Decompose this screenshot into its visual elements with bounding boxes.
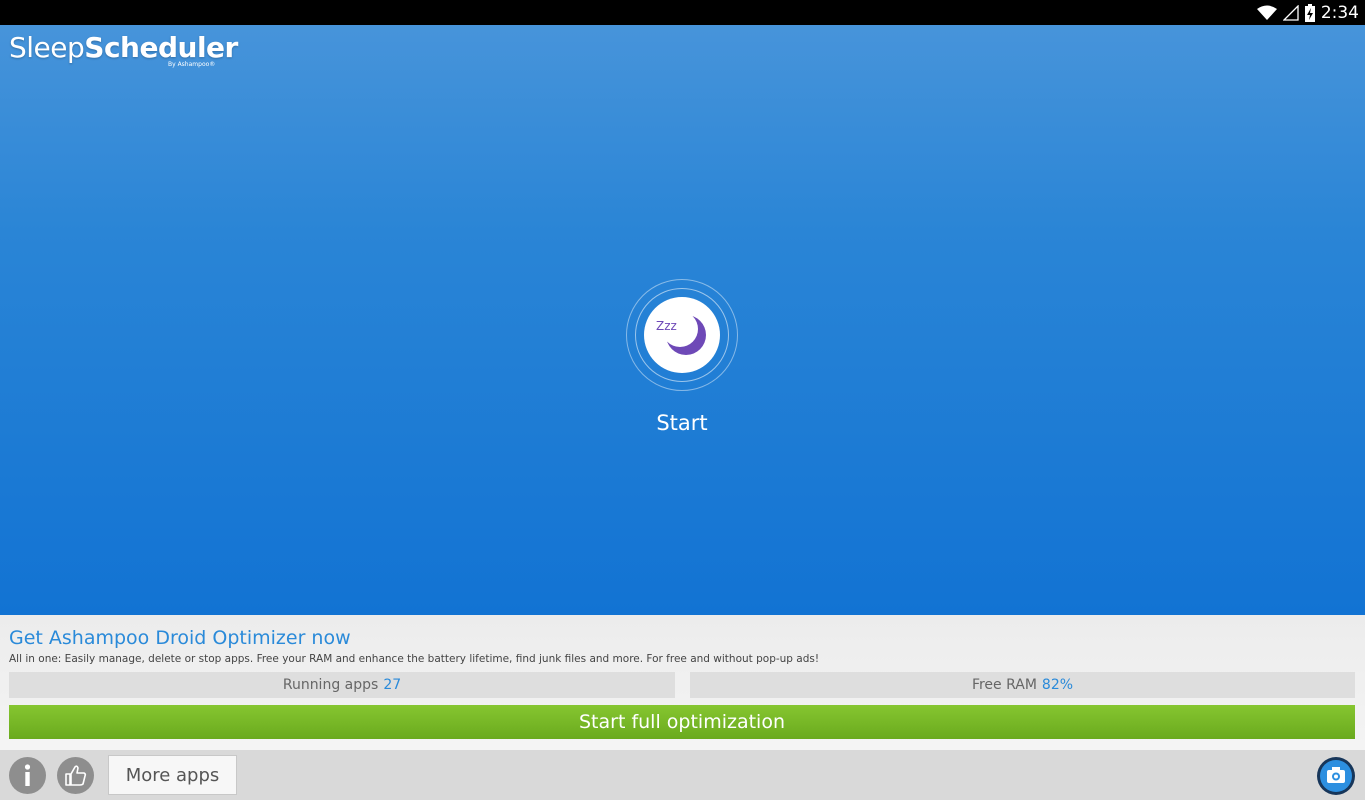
like-button[interactable] bbox=[57, 757, 94, 794]
main-area: SleepScheduler By Ashampoo® Zzz Start bbox=[0, 25, 1365, 615]
more-apps-button[interactable]: More apps bbox=[108, 755, 237, 795]
free-ram-box: Free RAM 82% bbox=[690, 672, 1355, 698]
start-button[interactable]: Zzz bbox=[644, 297, 720, 373]
battery-charging-icon bbox=[1304, 3, 1315, 22]
info-button[interactable] bbox=[9, 757, 46, 794]
screenshot-button[interactable] bbox=[1317, 757, 1355, 795]
free-ram-value: 82% bbox=[1041, 677, 1074, 693]
camera-icon bbox=[1320, 760, 1352, 792]
bottom-bar: More apps bbox=[0, 750, 1365, 800]
moon-icon: Zzz bbox=[656, 315, 706, 355]
logo-light: Sleep bbox=[9, 31, 85, 64]
promo-title[interactable]: Get Ashampoo Droid Optimizer now bbox=[9, 627, 351, 649]
logo-subtitle: By Ashampoo® bbox=[168, 61, 216, 68]
status-time: 2:34 bbox=[1320, 2, 1359, 23]
free-ram-label: Free RAM bbox=[971, 677, 1037, 693]
thumbs-up-icon bbox=[65, 765, 87, 786]
running-apps-box: Running apps 27 bbox=[9, 672, 675, 698]
zzz-text: Zzz bbox=[656, 319, 677, 333]
promo-panel: Get Ashampoo Droid Optimizer now All in … bbox=[0, 615, 1365, 750]
running-apps-value: 27 bbox=[383, 677, 402, 693]
start-optimization-button[interactable]: Start full optimization bbox=[9, 705, 1355, 739]
app-logo: SleepScheduler bbox=[9, 31, 238, 64]
info-icon bbox=[24, 764, 31, 786]
running-apps-label: Running apps bbox=[282, 677, 379, 693]
status-bar: 2:34 bbox=[0, 0, 1365, 25]
logo-bold: Scheduler bbox=[84, 31, 238, 64]
wifi-icon bbox=[1256, 5, 1277, 20]
start-label[interactable]: Start bbox=[600, 411, 764, 435]
promo-description: All in one: Easily manage, delete or sto… bbox=[9, 653, 820, 665]
start-control: Zzz bbox=[626, 279, 738, 391]
signal-icon bbox=[1282, 4, 1299, 21]
